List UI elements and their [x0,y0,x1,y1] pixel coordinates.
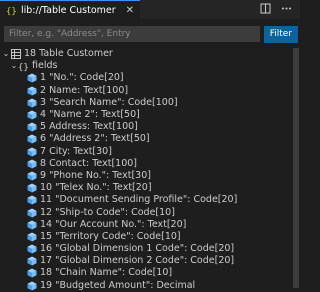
split-editor-icon[interactable] [260,3,271,17]
table-icon [10,49,21,60]
field-icon [26,195,37,206]
tree-root-label: 18 Table Customer [24,48,113,60]
field-list: 1 "No.": Code[20] 2 Name: Text[100] 3 "Sea… [0,72,300,291]
tree-field-label: 6 "Address 2": Text[50] [40,133,150,145]
tree-field-item[interactable]: 5 Address: Text[100] [0,121,300,133]
tree-field-label: 7 City: Text[30] [40,145,112,157]
editor-tab[interactable]: {} lib://Table Customer ✕ [0,0,141,19]
tree-field-item[interactable]: 9 "Phone No.": Text[30] [0,170,300,182]
field-icon [26,158,37,169]
field-icon [26,170,37,181]
tree-field-item[interactable]: 4 "Name 2": Text[50] [0,109,300,121]
more-actions-icon[interactable] [281,3,292,17]
svg-text:{}: {} [18,63,29,72]
close-icon[interactable]: ✕ [126,5,134,16]
tree-field-item[interactable]: 6 "Address 2": Text[50] [0,133,300,145]
tree-field-item[interactable]: 10 "Telex No.": Text[20] [0,182,300,194]
tree-group-label: fields [32,60,58,72]
tree-field-item[interactable]: 17 "Global Dimension 2 Code": Code[20] [0,255,300,267]
field-icon [26,244,37,255]
field-icon [26,97,37,108]
tree-field-item[interactable]: 1 "No.": Code[20] [0,72,300,84]
tree-field-item[interactable]: 12 "Ship-to Code": Code[10] [0,206,300,218]
field-icon [26,146,37,157]
tree-field-item[interactable]: 7 City: Text[30] [0,146,300,158]
scrollbar-thumb[interactable] [293,48,299,288]
field-icon [26,134,37,145]
tree-field-label: 19 "Budgeted Amount": Decimal [40,279,196,291]
tree-field-item[interactable]: 14 "Our Account No.": Text[20] [0,219,300,231]
tree-field-label: 1 "No.": Code[20] [40,72,124,84]
tab-bar: {} lib://Table Customer ✕ [0,0,300,20]
field-icon [26,256,37,267]
field-icon [26,183,37,194]
json-braces-icon: {} [6,5,17,16]
tab-title: lib://Table Customer [21,4,116,16]
tree-field-label: 4 "Name 2": Text[50] [40,109,140,121]
tree-field-label: 9 "Phone No.": Text[30] [40,169,151,181]
chevron-down-icon[interactable]: ⌄ [10,60,18,72]
field-icon [26,85,37,96]
svg-text:{}: {} [6,7,17,16]
field-icon [26,268,37,279]
scrollbar[interactable] [292,48,300,289]
field-icon [26,73,37,84]
tree-field-label: 17 "Global Dimension 2 Code": Code[20] [40,255,235,267]
field-icon [26,207,37,218]
tree-field-item[interactable]: 3 "Search Name": Code[100] [0,97,300,109]
tree-field-item[interactable]: 19 "Budgeted Amount": Decimal [0,280,300,292]
tree-group-fields[interactable]: ⌄ {} fields [0,60,300,72]
tree-field-label: 2 Name: Text[100] [40,84,129,96]
tree-field-label: 14 "Our Account No.": Text[20] [40,218,187,230]
tab-actions [260,0,300,19]
chevron-down-icon[interactable]: ⌄ [2,48,10,60]
tree-field-label: 12 "Ship-to Code": Code[10] [40,206,175,218]
field-icon [26,231,37,242]
field-icon [26,219,37,230]
tree-field-label: 10 "Telex No.": Text[20] [40,182,152,194]
braces-icon: {} [18,61,29,72]
tree-field-item[interactable]: 11 "Document Sending Profile": Code[20] [0,194,300,206]
tree-field-label: 5 Address: Text[100] [40,121,138,133]
tree-field-label: 16 "Global Dimension 1 Code": Code[20] [40,243,235,255]
tree-field-label: 18 "Chain Name": Code[10] [40,267,173,279]
field-icon [26,280,37,291]
tree-field-label: 11 "Document Sending Profile": Code[20] [40,194,238,206]
tree-field-label: 15 "Territory Code": Code[10] [40,230,181,242]
tree-field-label: 8 Contact: Text[100] [40,157,138,169]
tree-field-item[interactable]: 16 "Global Dimension 1 Code": Code[20] [0,243,300,255]
tree-field-label: 3 "Search Name": Code[100] [40,96,178,108]
field-icon [26,110,37,121]
filter-button[interactable]: Filter [263,25,298,43]
symbol-tree: ⌄ 18 Table Customer ⌄ {} fields 1 "No.":… [0,48,300,291]
filter-input[interactable] [4,26,260,42]
tree-field-item[interactable]: 15 "Territory Code": Code[10] [0,231,300,243]
tree-root[interactable]: ⌄ 18 Table Customer [0,48,300,60]
tree-field-item[interactable]: 8 Contact: Text[100] [0,158,300,170]
filter-bar: Filter [0,22,300,46]
field-icon [26,122,37,133]
tree-field-item[interactable]: 2 Name: Text[100] [0,85,300,97]
tree-field-item[interactable]: 18 "Chain Name": Code[10] [0,267,300,279]
